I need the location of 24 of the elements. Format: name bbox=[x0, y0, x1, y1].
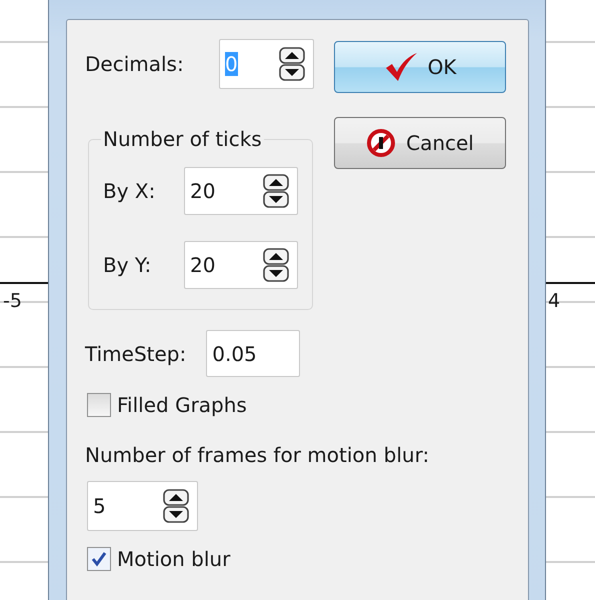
spinner-icon[interactable] bbox=[279, 47, 305, 81]
field-label: By Y: bbox=[103, 253, 152, 277]
ticks-field[interactable]: 20 bbox=[184, 241, 298, 289]
ticks-field[interactable]: 20 bbox=[184, 167, 298, 215]
checkbox[interactable] bbox=[87, 547, 111, 571]
spinner-icon[interactable] bbox=[263, 174, 289, 208]
field-label: By X: bbox=[103, 179, 156, 203]
timestep-label: TimeStep: bbox=[85, 342, 186, 366]
frames-label: Number of frames for motion blur: bbox=[85, 443, 430, 467]
checkbox-label[interactable]: Motion blur bbox=[117, 547, 230, 571]
stop-icon bbox=[366, 128, 396, 158]
decimals-label: Decimals: bbox=[85, 52, 185, 76]
ok-button[interactable]: OK bbox=[334, 41, 506, 93]
checkbox-label[interactable]: Filled Graphs bbox=[117, 393, 247, 417]
checkbox[interactable] bbox=[87, 393, 111, 417]
cancel-button[interactable]: Cancel bbox=[334, 117, 506, 169]
checkmark-icon bbox=[384, 52, 418, 82]
spinner-icon[interactable] bbox=[163, 489, 189, 523]
timestep-field[interactable]: 0.05 bbox=[206, 330, 300, 377]
group-title: Number of ticks bbox=[102, 127, 263, 151]
spinner-icon[interactable] bbox=[263, 248, 289, 282]
axis-label: 4 bbox=[548, 290, 560, 312]
axis-label: -5 bbox=[3, 290, 22, 312]
frames-field[interactable]: 5 bbox=[87, 481, 198, 531]
